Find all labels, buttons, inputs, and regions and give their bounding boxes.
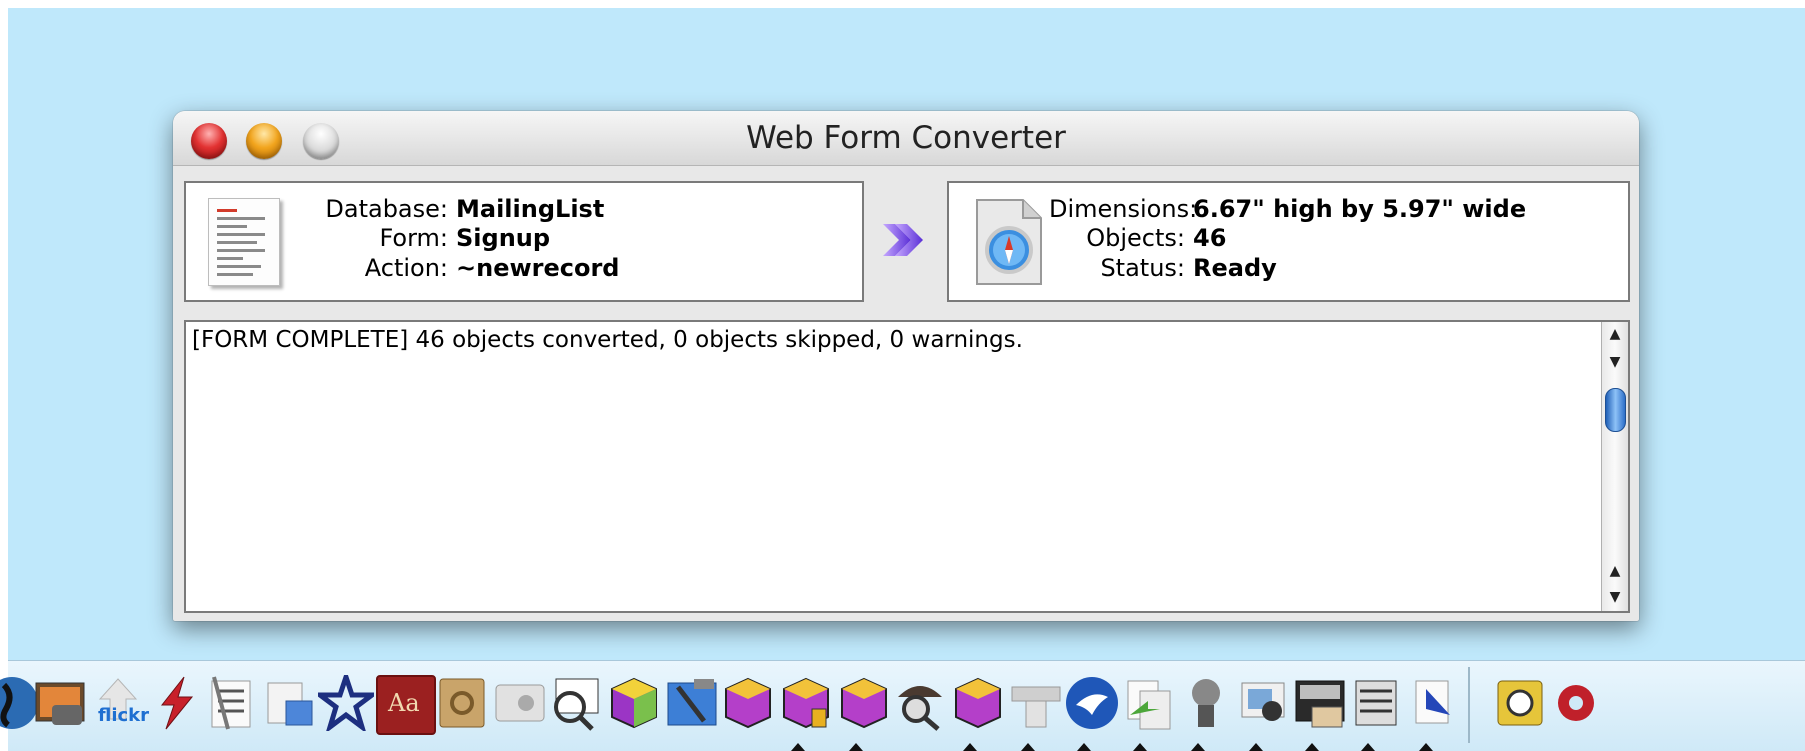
stack-app-icon[interactable] — [1348, 675, 1404, 731]
tree-app-icon[interactable] — [1178, 675, 1234, 731]
cube-app-icon-1[interactable] — [606, 675, 662, 731]
script-editor-icon[interactable] — [1492, 675, 1548, 731]
dimensions-label: Dimensions: — [1049, 195, 1198, 223]
scroll-up-arrow-icon[interactable]: ▲ — [1602, 322, 1628, 346]
flickr-uploader-icon[interactable]: flickr — [90, 675, 150, 731]
safari-document-icon — [976, 199, 1042, 285]
photo-browser-icon[interactable] — [1236, 675, 1292, 731]
dove-app-icon[interactable] — [1064, 675, 1120, 731]
dictionary-icon[interactable]: Aa — [376, 675, 436, 735]
form-document-icon — [208, 198, 280, 286]
objects-row: Objects: 46 — [1049, 224, 1226, 252]
dock: flickr Aa — [0, 660, 1805, 751]
web-output-panel: Dimensions:6.67" high by 5.97" wide Obje… — [947, 181, 1630, 302]
status-label: Status: — [1100, 254, 1185, 282]
window-title: Web Form Converter — [746, 120, 1066, 156]
dimensions-row: Dimensions:6.67" high by 5.97" wide — [1049, 195, 1526, 223]
scroll-down-arrow-icon[interactable]: ▼ — [1602, 350, 1628, 374]
action-row: Action: ~newrecord — [298, 254, 620, 282]
installer-icon[interactable] — [1008, 675, 1064, 731]
form-row: Form: Signup — [298, 224, 550, 252]
preview-documents-icon[interactable] — [262, 675, 318, 731]
cube-app-icon-4[interactable] — [836, 675, 892, 731]
source-form-panel: Database: MailingList Form: Signup Action:… — [184, 181, 864, 302]
database-row: Database: MailingList — [298, 195, 604, 223]
convert-arrow-icon — [883, 224, 923, 256]
action-value: ~newrecord — [456, 254, 620, 282]
log-scrollbar[interactable]: ▲ ▼ ▲ ▼ — [1601, 322, 1628, 611]
status-row: Status: Ready — [1049, 254, 1277, 282]
scroll-down-arrow-icon-bottom[interactable]: ▼ — [1602, 585, 1628, 609]
system-preferences-icon[interactable] — [492, 675, 548, 731]
flickr-label: flickr — [98, 705, 150, 726]
web-form-converter-window: Web Form Converter Database: MailingList … — [173, 111, 1639, 621]
file-transfer-icon[interactable] — [1120, 675, 1176, 731]
textedit-icon[interactable] — [204, 675, 260, 731]
dock-separator — [1468, 667, 1470, 743]
scroll-thumb[interactable] — [1605, 388, 1626, 432]
lightning-icon[interactable] — [148, 675, 204, 731]
cube-app-icon-3[interactable] — [778, 675, 834, 731]
database-value: MailingList — [456, 195, 605, 223]
dictionary-label: Aa — [388, 689, 420, 717]
mail-send-icon[interactable] — [1406, 675, 1462, 731]
form-label: Form: — [379, 224, 448, 252]
database-label: Database: — [325, 195, 448, 223]
iphoto-icon[interactable] — [32, 675, 88, 731]
dimensions-value: 6.67" high by 5.97" wide — [1193, 195, 1527, 223]
form-value: Signup — [456, 224, 551, 252]
cube-app-icon-2[interactable] — [720, 675, 776, 731]
objects-label: Objects: — [1086, 224, 1185, 252]
status-value: Ready — [1193, 254, 1277, 282]
star-app-icon[interactable] — [318, 675, 374, 731]
red-gear-icon[interactable] — [1548, 675, 1604, 731]
terminal-hex-icon[interactable] — [1292, 675, 1348, 731]
cube-app-icon-5[interactable] — [950, 675, 1006, 731]
conversion-log[interactable]: [FORM COMPLETE] 46 objects converted, 0 … — [184, 320, 1630, 613]
sherlock-icon[interactable] — [892, 675, 948, 731]
log-message: [FORM COMPLETE] 46 objects converted, 0 … — [192, 327, 1023, 353]
scroll-up-arrow-icon-bottom[interactable]: ▲ — [1602, 559, 1628, 583]
title-bar[interactable]: Web Form Converter — [173, 111, 1639, 166]
action-label: Action: — [364, 254, 448, 282]
address-book-icon[interactable] — [434, 675, 490, 731]
objects-value: 46 — [1193, 224, 1227, 252]
xcode-icon[interactable] — [664, 675, 720, 731]
graph-inspector-icon[interactable] — [548, 675, 604, 731]
